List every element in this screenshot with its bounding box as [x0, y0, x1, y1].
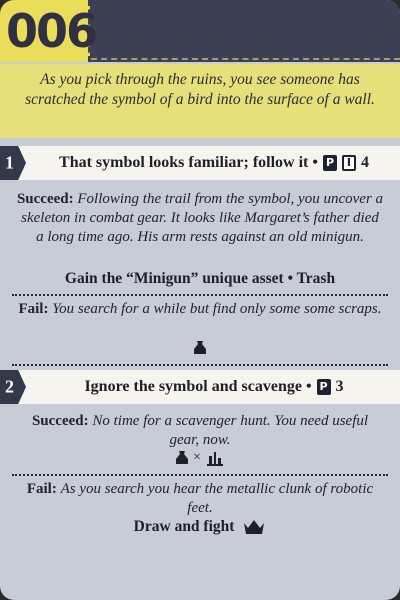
- badge-i-icon: I: [341, 155, 356, 171]
- divider: [12, 294, 388, 296]
- scrap-bag-icon: [176, 451, 189, 464]
- gear-parts-icon: [206, 452, 223, 466]
- intro-panel: As you pick through the ruins, you see s…: [0, 64, 400, 138]
- choice-1-reward: Gain the “Minigun” unique asset • Trash: [64, 270, 336, 287]
- choice-1-label: That symbol looks familiar; follow it • …: [59, 154, 369, 171]
- scrap-bag-icon: [194, 341, 206, 354]
- choice-2-fail-reward: Draw and fight: [16, 518, 384, 536]
- event-card: 006 As you pick through the ruins, you s…: [0, 0, 400, 600]
- choice-2-succeed: Succeed: No time for a scavenger hunt. Y…: [31, 413, 369, 448]
- choice-2-succeed-icons: ×: [0, 450, 400, 466]
- choice-1-tab: 1: [0, 146, 26, 180]
- choice-2-label: Ignore the symbol and scavenge • P 3: [84, 378, 344, 395]
- card-number: 006: [6, 4, 98, 58]
- intro-text: As you pick through the ruins, you see s…: [25, 71, 375, 108]
- choice-2-fail: Fail: As you search you hear the metalli…: [26, 481, 374, 516]
- times-symbol: ×: [193, 450, 201, 465]
- choice-2-banner[interactable]: 2 Ignore the symbol and scavenge • P 3: [0, 370, 400, 404]
- choice-1-fail: Fail: You search for a while but find on…: [18, 301, 382, 317]
- choice-2-tab: 2: [0, 370, 26, 404]
- choice-1-succeed: Succeed: Following the trail from the sy…: [16, 191, 384, 245]
- card-number-box: 006: [0, 0, 98, 62]
- robot-crown-icon: [244, 520, 265, 535]
- badge-p-icon: P: [322, 155, 337, 171]
- choice-1-fail-icons: [0, 340, 400, 356]
- choice-2-value: 3: [335, 378, 344, 395]
- choice-1-banner[interactable]: 1 That symbol looks familiar; follow it …: [0, 146, 400, 180]
- divider: [12, 474, 388, 476]
- divider: [12, 364, 388, 366]
- badge-p-icon: P: [316, 379, 331, 395]
- choice-1-value: 4: [360, 154, 369, 171]
